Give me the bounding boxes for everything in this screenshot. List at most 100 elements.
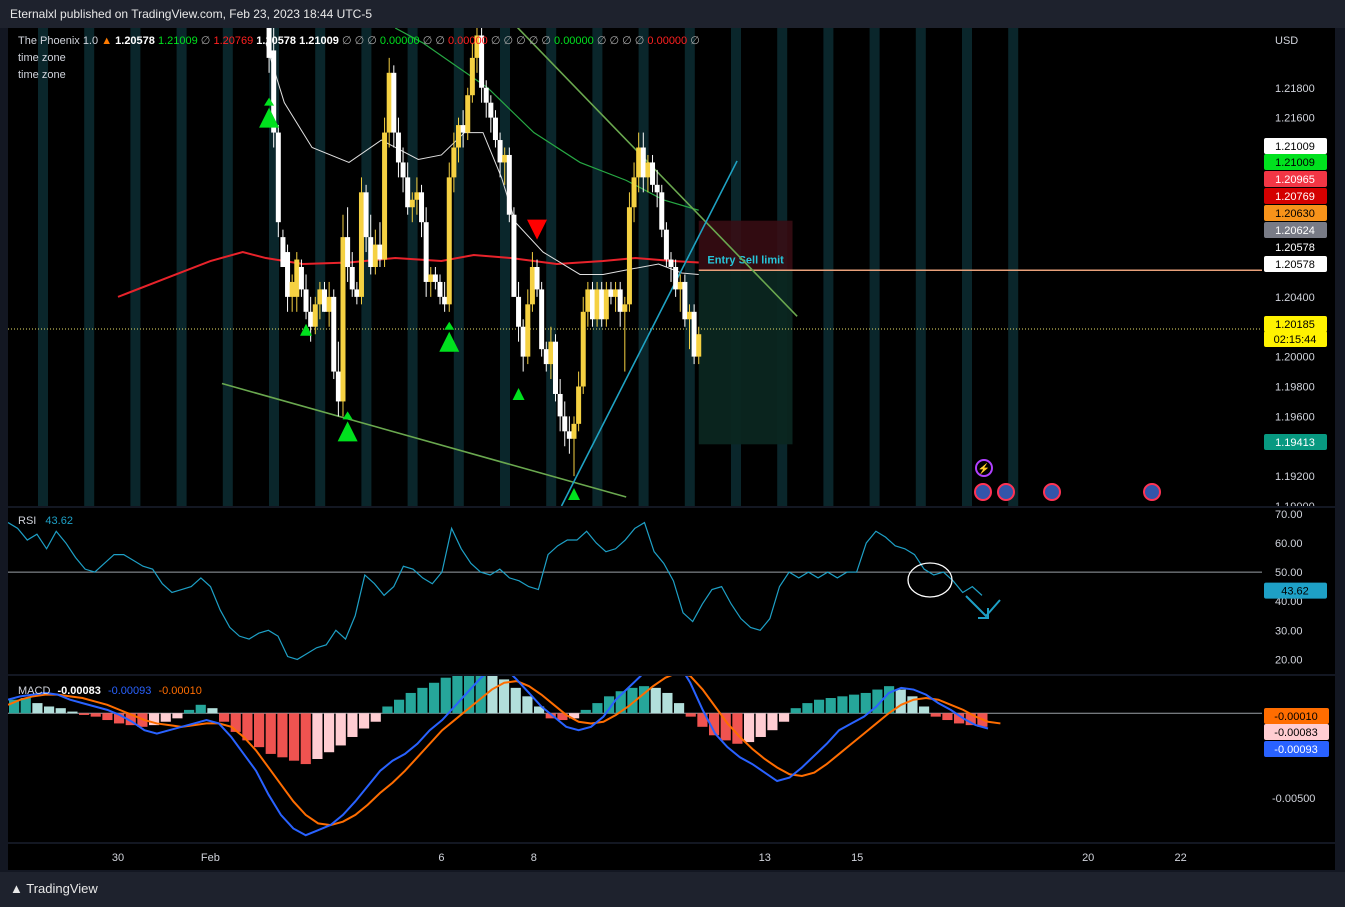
candle-body bbox=[483, 87, 489, 103]
price-axis[interactable]: USD 1.21800 1.21600 1.20400 1.20000 1.19800 1.… bbox=[1262, 28, 1335, 513]
time-axis[interactable]: 30Feb681315202227Mar bbox=[8, 844, 1335, 870]
buy-signal-marker bbox=[444, 321, 455, 330]
candle-body bbox=[322, 289, 328, 312]
time-axis-svg: 30Feb681315202227Mar bbox=[112, 852, 1187, 864]
macd-histogram-bar bbox=[825, 698, 836, 714]
candle-body bbox=[377, 244, 383, 260]
session-band bbox=[407, 28, 418, 506]
macd-histogram-bar bbox=[160, 713, 171, 722]
rsi-tick: 30.00 bbox=[1275, 625, 1303, 637]
candle-body bbox=[640, 147, 646, 178]
candle-body bbox=[659, 192, 665, 230]
candle-body bbox=[566, 431, 572, 439]
candle-body bbox=[312, 304, 318, 327]
macd-signal-value: -0.00093 bbox=[107, 685, 152, 697]
candle-body bbox=[451, 147, 457, 178]
macd-histogram-bar bbox=[312, 713, 323, 759]
candle-body bbox=[511, 214, 517, 297]
macd-axis-svg: -0.00500 -0.00010 -0.00083 -0.00093 bbox=[1264, 708, 1329, 805]
candle-body bbox=[335, 371, 341, 402]
macd-histogram-bar bbox=[895, 689, 906, 714]
indicator-name[interactable]: The Phoenix 1.0 bbox=[18, 35, 98, 47]
macd-value-tag-text: -0.00093 bbox=[1274, 744, 1317, 756]
rsi-down-arrow bbox=[965, 595, 1001, 618]
rsi-title[interactable]: RSI bbox=[18, 515, 36, 527]
candle-body bbox=[382, 132, 388, 260]
uk-flag-icon bbox=[974, 483, 992, 501]
macd-histogram-bar bbox=[347, 713, 358, 737]
candle-body bbox=[308, 311, 314, 327]
candle-body bbox=[589, 289, 595, 320]
rsi-circle-annotation bbox=[907, 562, 953, 598]
tradingview-logo[interactable]: ▲ TradingView bbox=[10, 881, 98, 896]
price-tag-text: 1.20624 bbox=[1275, 225, 1315, 237]
rsi-tick: 70.00 bbox=[1275, 509, 1303, 521]
candle-body bbox=[686, 311, 692, 320]
candle-body bbox=[405, 177, 411, 208]
buy-signal-marker bbox=[337, 421, 358, 442]
macd-hist-value: -0.00010 bbox=[158, 685, 202, 697]
macd-title[interactable]: MACD bbox=[18, 685, 50, 697]
macd-histogram-bar bbox=[405, 692, 416, 714]
legend-value: 1.20578 bbox=[115, 35, 155, 47]
price-tick: 1.20400 bbox=[1275, 292, 1315, 304]
legend-timezone-1[interactable]: time zone bbox=[18, 52, 66, 64]
time-tick: 30 bbox=[112, 852, 124, 864]
price-tag-text: 1.20578 bbox=[1275, 259, 1315, 271]
session-band bbox=[453, 28, 464, 506]
price-axis-svg: USD 1.21800 1.21600 1.20400 1.20000 1.19800 1.… bbox=[1264, 35, 1327, 513]
footer bbox=[0, 872, 1345, 907]
legend-value: 0.00000 bbox=[647, 35, 688, 47]
macd-histogram-bar bbox=[417, 687, 428, 714]
price-tag-text: 1.20769 bbox=[1275, 191, 1315, 203]
session-band bbox=[1008, 28, 1019, 506]
rsi-chart-svg[interactable] bbox=[8, 508, 1262, 674]
candle-body bbox=[673, 267, 679, 290]
candle-body bbox=[275, 132, 281, 223]
rsi-legend: RSI 43.62 bbox=[18, 515, 73, 527]
candle-body bbox=[696, 334, 702, 357]
sell-signal-marker bbox=[527, 219, 548, 240]
candle-body bbox=[585, 289, 591, 312]
price-tick: 1.19000 bbox=[1275, 501, 1315, 506]
tv-icon: ▲ bbox=[10, 881, 23, 896]
macd-histogram-bar bbox=[32, 703, 43, 714]
legend-timezone-2[interactable]: time zone bbox=[18, 69, 66, 81]
candle-body bbox=[419, 192, 425, 223]
macd-panel[interactable] bbox=[8, 676, 1262, 842]
price-panel[interactable]: Entry Sell limit ⚡ bbox=[8, 28, 1262, 506]
price-tick: 1.20000 bbox=[1275, 352, 1315, 364]
candle-body bbox=[363, 192, 369, 238]
currency-label: USD bbox=[1275, 35, 1298, 47]
macd-axis[interactable]: -0.00500 -0.00010 -0.00083 -0.00093 bbox=[1262, 676, 1335, 842]
macd-chart-svg[interactable] bbox=[8, 676, 1262, 842]
candle-body bbox=[437, 281, 443, 297]
candle-body bbox=[368, 237, 374, 267]
rsi-panel[interactable] bbox=[8, 508, 1262, 674]
candle-body bbox=[460, 125, 466, 133]
session-band bbox=[823, 28, 834, 506]
price-tag-text: 1.20185 bbox=[1275, 319, 1315, 331]
rsi-tick: 50.00 bbox=[1275, 567, 1303, 579]
macd-histogram-bar bbox=[20, 698, 31, 714]
macd-histogram-bar bbox=[219, 713, 230, 722]
macd-histogram-bar bbox=[744, 713, 755, 743]
candle-body bbox=[525, 304, 531, 357]
macd-histogram-bar bbox=[382, 706, 393, 714]
candle-body bbox=[553, 341, 559, 394]
candle-body bbox=[502, 154, 508, 163]
price-tick: 1.19800 bbox=[1275, 382, 1315, 394]
main-legend: The Phoenix 1.0 ▲ 1.20578 1.21009 ∅ 1.20… bbox=[18, 34, 700, 47]
session-band bbox=[176, 28, 187, 506]
time-tick: 22 bbox=[1174, 852, 1186, 864]
candle-body bbox=[520, 326, 526, 357]
candle-body bbox=[455, 125, 461, 148]
rsi-axis[interactable]: 70.00 60.00 50.00 40.00 30.00 20.00 43.62 bbox=[1262, 508, 1335, 674]
time-tick: 15 bbox=[851, 852, 863, 864]
session-band bbox=[684, 28, 695, 506]
legend-value: 1.21009 bbox=[157, 35, 198, 47]
buy-signal-marker bbox=[512, 387, 525, 400]
macd-value-tag-text: -0.00010 bbox=[1274, 711, 1317, 723]
price-chart-svg[interactable]: Entry Sell limit ⚡ bbox=[8, 28, 1262, 506]
candle-body bbox=[529, 267, 535, 305]
